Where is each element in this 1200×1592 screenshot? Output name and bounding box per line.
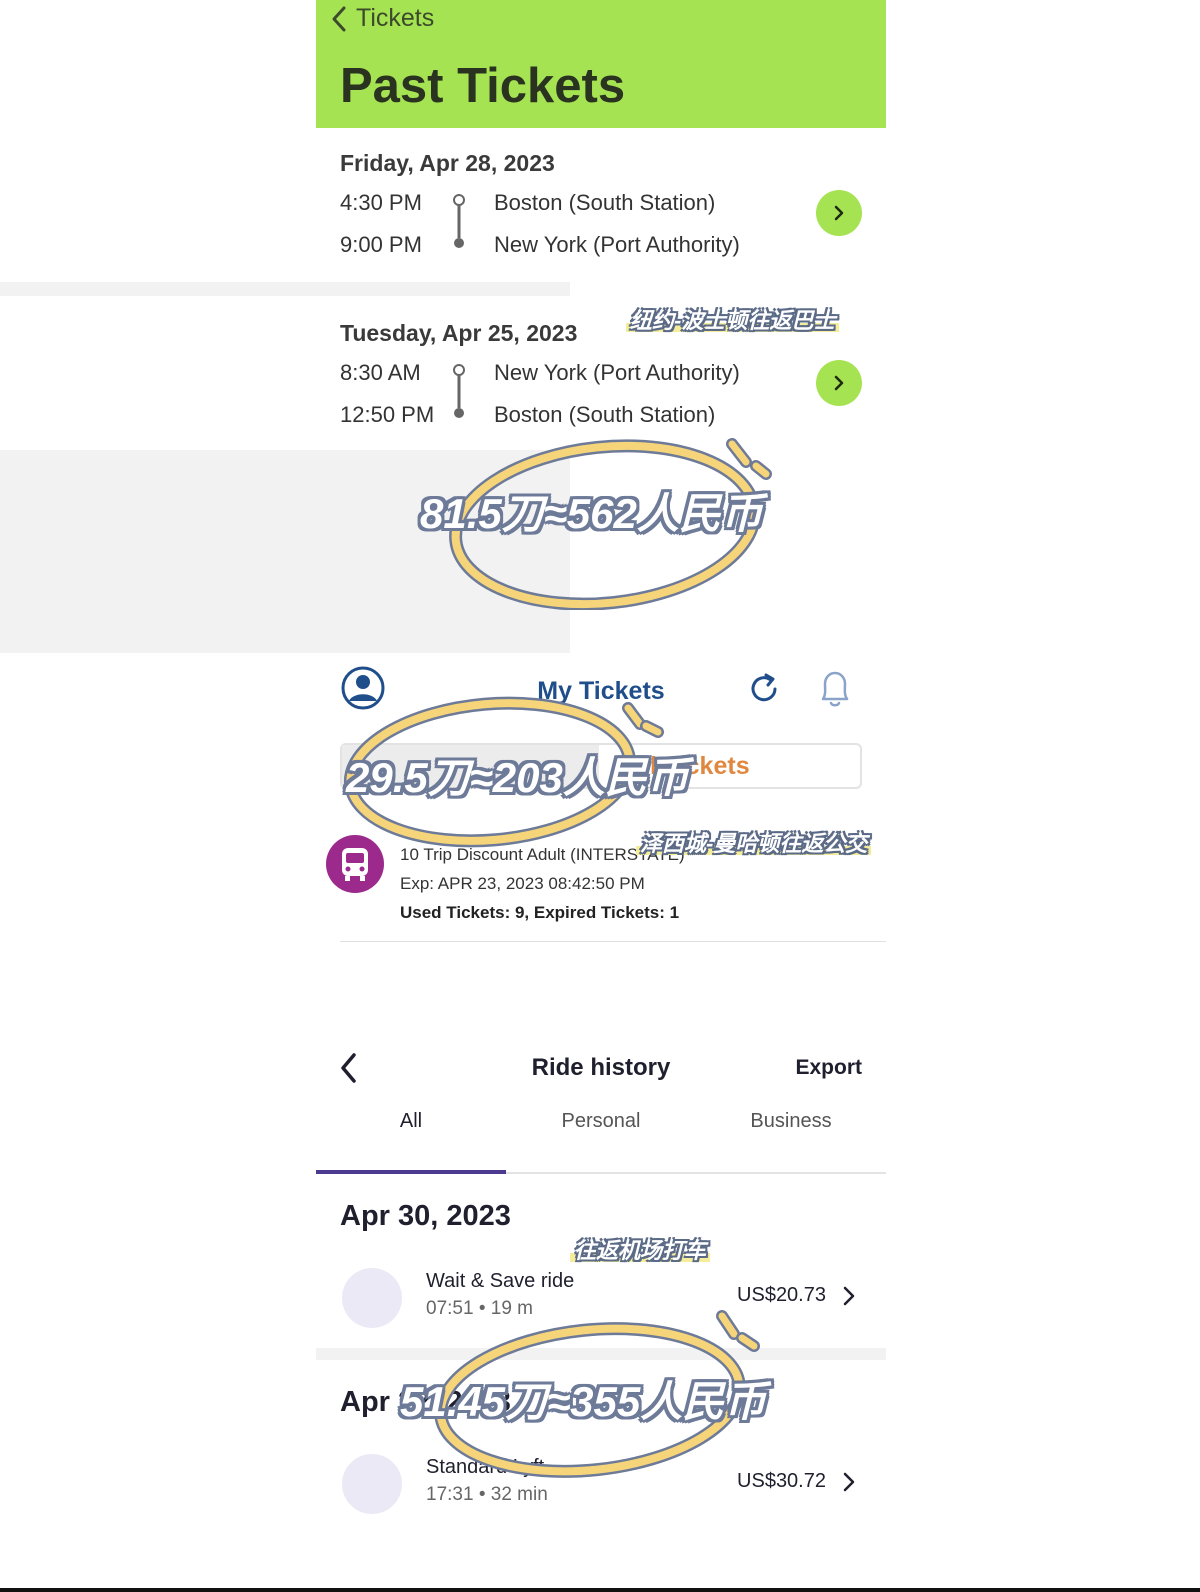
route-line-icon: [453, 364, 465, 418]
bus-icon: [342, 848, 368, 881]
annotation-caption-transit: 泽西城-曼哈顿往返公交: [636, 826, 872, 858]
past-tickets-header: Tickets Past Tickets: [316, 0, 886, 128]
depart-time: 4:30 PM: [340, 190, 422, 215]
chevron-right-icon: [843, 1286, 855, 1306]
origin-stop: New York (Port Authority): [494, 360, 740, 385]
section-divider: [0, 282, 570, 296]
destination-stop: New York (Port Authority): [494, 232, 740, 257]
chevron-right-icon: [843, 1472, 855, 1492]
ticket-expiry: Exp: APR 23, 2023 08:42:50 PM: [400, 874, 645, 893]
ride-meta: 17:31 • 32 min: [426, 1484, 548, 1505]
trip-card[interactable]: Friday, Apr 28, 2023 4:30 PM 9:00 PM Bos…: [316, 128, 886, 280]
trip-date: Tuesday, Apr 25, 2023: [340, 320, 578, 346]
tab-personal[interactable]: Personal: [506, 1110, 696, 1133]
ride-avatar: [342, 1268, 402, 1328]
ride-name: Wait & Save ride: [426, 1270, 575, 1292]
export-button[interactable]: Export: [795, 1056, 862, 1080]
ride-avatar: [342, 1454, 402, 1514]
route-line-icon: [453, 194, 465, 248]
trip-detail-button[interactable]: [816, 360, 862, 406]
chevron-right-icon: [834, 205, 844, 221]
tab-all[interactable]: All: [316, 1110, 506, 1133]
annotation-caption-bus: 纽约-波士顿往返巴士: [626, 303, 840, 335]
active-tab-indicator: [316, 1170, 506, 1174]
bell-icon[interactable]: [816, 667, 854, 711]
back-label: Tickets: [356, 4, 435, 32]
row-divider: [340, 941, 886, 942]
chevron-right-icon: [834, 375, 844, 391]
page-bottom-border: [0, 1588, 1200, 1592]
annotation-caption-ride: 往返机场打车: [570, 1233, 711, 1265]
ride-group-date: Apr 30, 2023: [340, 1200, 511, 1232]
ticket-usage: Used Tickets: 9, Expired Tickets: 1: [400, 903, 680, 922]
arrive-time: 12:50 PM: [340, 402, 435, 427]
annotation-price-ride: 51.45刀≈355人民币: [400, 1378, 767, 1425]
annotation-price-bus: 81.5刀≈562人民币: [420, 490, 763, 537]
trip-date: Friday, Apr 28, 2023: [340, 150, 555, 176]
chevron-left-icon: [332, 6, 346, 31]
annotation-price-transit: 29.5刀≈203人民币: [346, 754, 689, 801]
trip-detail-button[interactable]: [816, 190, 862, 236]
page-title: Past Tickets: [340, 59, 626, 113]
depart-time: 8:30 AM: [340, 360, 421, 385]
arrive-time: 9:00 PM: [340, 232, 422, 257]
origin-stop: Boston (South Station): [494, 190, 716, 215]
refresh-icon[interactable]: [746, 671, 782, 707]
back-to-tickets-button[interactable]: Tickets: [330, 4, 434, 33]
tab-business[interactable]: Business: [696, 1110, 886, 1133]
